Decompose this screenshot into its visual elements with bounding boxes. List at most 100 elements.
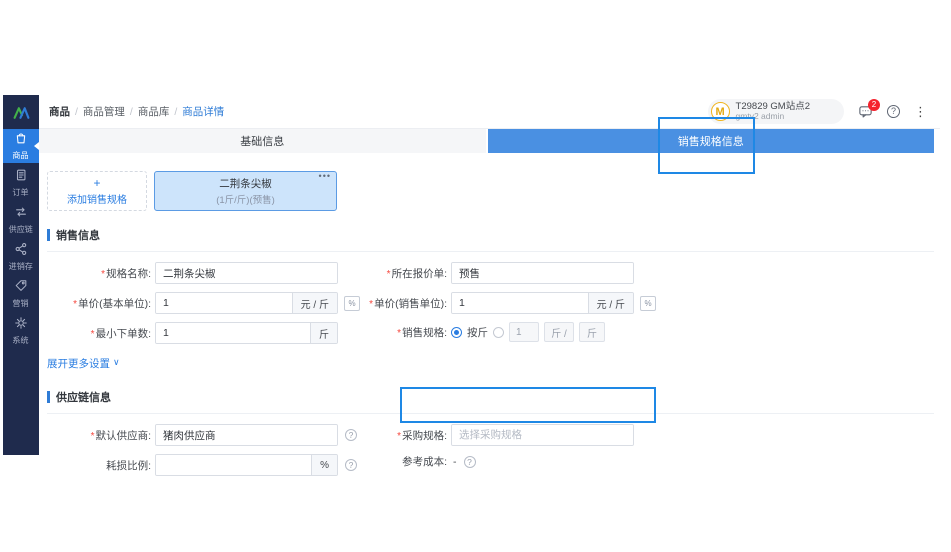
page: 商品 订单 供应链 进 [0,0,951,552]
default-supplier-input-wrap [155,424,338,446]
min-order-suffix: 斤 [310,323,337,343]
avatar: M [711,102,730,121]
purchase-spec-field: *采购规格: [339,424,634,446]
radio-by-unit-label[interactable]: 按斤 [467,325,488,340]
pack-unit-denominator-box: 斤 [579,322,605,342]
sidebar-item-label: 营销 [13,297,29,308]
spec-name-input[interactable] [156,263,337,283]
unit-convert-icon[interactable]: % [640,296,656,311]
default-supplier-field: *默认供应商: ? [47,424,357,446]
required-marker: * [73,299,77,310]
expand-more-settings-link[interactable]: 展开更多设置 ∨ [47,356,120,371]
goods-bag-icon [14,131,28,148]
supply-chain-title: 供应链信息 [56,389,111,405]
quote-sheet-field: *所在报价单: [339,262,634,284]
brand-logo-icon [13,104,30,121]
purchase-spec-input[interactable] [452,425,633,445]
more-vertical-icon: ⋮ [914,104,928,120]
chevron-down-icon: ∨ [113,357,120,368]
sales-spec-radio-group: 按斤 1 斤 / 斤 [451,322,605,342]
sales-spec-field: *销售规格: 按斤 1 斤 / 斤 [339,322,605,342]
unit-price-sales-field: *单价(销售单位): 元 / 斤 % [339,292,656,314]
sidebar-item-goods[interactable]: 商品 [3,129,39,163]
marketing-tag-icon [14,279,28,296]
required-marker: * [91,431,95,442]
spec-card-subtitle: (1斤/斤)(预售) [216,192,275,206]
more-menu-button[interactable]: ⋮ [914,104,928,120]
default-supplier-label: *默认供应商: [47,428,155,443]
breadcrumb-goods-detail: 商品详情 [182,104,224,119]
help-icon: ? [887,105,900,118]
help-tooltip-icon[interactable]: ? [464,456,476,468]
user-account[interactable]: M T29829 GM站点2 gmtv2 admin [708,99,844,124]
required-marker: * [369,299,373,310]
supply-chain-form: *默认供应商: ? *采购规格: [47,424,934,476]
selected-spec-card[interactable]: ••• 二荆条尖椒 (1斤/斤)(预售) [154,171,337,211]
tab-sales-spec-info[interactable]: 销售规格信息 [488,129,935,153]
radio-by-unit[interactable] [451,327,462,338]
min-order-input[interactable] [156,323,310,343]
messages-button[interactable]: 2 [858,104,873,119]
unit-price-sales-input-wrap: 元 / 斤 [451,292,634,314]
expand-more-settings-label: 展开更多设置 [47,356,110,371]
loss-ratio-label: 耗损比例: [47,458,155,473]
form-row: *单价(基本单位): 元 / 斤 % *单价(销售单位): 元 / 斤 [47,292,934,314]
breadcrumb-goods-library[interactable]: 商品库 [138,104,170,119]
unit-price-basic-input[interactable] [156,293,292,313]
app-logo[interactable] [3,95,39,129]
sales-info-section-header: 销售信息 [47,227,934,252]
unit-price-sales-suffix: 元 / 斤 [588,293,633,313]
unit-price-basic-field: *单价(基本单位): 元 / 斤 % [47,292,360,314]
sales-info-form: *规格名称: *所在报价单: [47,262,934,383]
user-names: T29829 GM站点2 gmtv2 admin [736,102,810,121]
default-supplier-input[interactable] [156,425,337,445]
breadcrumb-goods-management[interactable]: 商品管理 [83,104,125,119]
sidebar-item-orders[interactable]: 订单 [3,166,39,200]
sidebar-item-marketing[interactable]: 营销 [3,277,39,311]
card-more-icon[interactable]: ••• [319,171,331,181]
breadcrumb-goods[interactable]: 商品 [49,104,70,119]
required-marker: * [397,328,401,339]
pack-qty-box: 1 [509,322,539,342]
form-row: 耗损比例: % ? 参考成本: - ? [47,454,934,476]
required-marker: * [101,269,105,280]
form-row: *规格名称: *所在报价单: [47,262,934,284]
loss-ratio-field: 耗损比例: % ? [47,454,357,476]
loss-ratio-input[interactable] [156,455,311,475]
sidebar-item-supply-chain[interactable]: 供应链 [3,203,39,237]
help-button[interactable]: ? [887,105,900,118]
min-order-field: *最小下单数: 斤 [47,322,338,344]
inventory-share-icon [14,242,28,259]
messages-badge: 2 [868,99,880,111]
sidebar-item-inventory[interactable]: 进销存 [3,240,39,274]
radio-by-pack[interactable] [493,327,504,338]
sidebar-item-system[interactable]: 系统 [3,314,39,348]
ref-cost-value: - [453,456,457,468]
quote-sheet-input[interactable] [452,263,633,283]
app-window: 商品 订单 供应链 进 [3,95,940,455]
sidebar-item-label: 供应链 [9,223,33,234]
min-order-label: *最小下单数: [47,326,155,341]
content: + 添加销售规格 ••• 二荆条尖椒 (1斤/斤)(预售) 销售信息 [39,153,940,476]
unit-price-sales-label: *单价(销售单位): [339,296,451,311]
form-row: *默认供应商: ? *采购规格: [47,424,934,446]
topbar-right: M T29829 GM站点2 gmtv2 admin [708,99,928,124]
sidebar-nav: 商品 订单 供应链 进 [3,129,39,348]
tab-basic-info[interactable]: 基础信息 [39,129,486,153]
sales-info-title: 销售信息 [56,227,100,243]
min-order-input-wrap: 斤 [155,322,338,344]
ref-cost-field: 参考成本: - ? [339,454,476,469]
supply-chain-section-header: 供应链信息 [47,389,934,414]
spec-name-label: *规格名称: [47,266,155,281]
sidebar-item-label: 进销存 [9,260,33,271]
add-sales-spec-label: 添加销售规格 [67,191,127,206]
purchase-spec-input-wrap [451,424,634,446]
spec-name-field: *规格名称: [47,262,338,284]
purchase-spec-label: *采购规格: [339,428,451,443]
required-marker: * [387,269,391,280]
add-sales-spec-button[interactable]: + 添加销售规格 [47,171,147,211]
ref-cost-label: 参考成本: [339,454,451,469]
plus-icon: + [93,177,100,189]
sales-spec-label: *销售规格: [339,325,451,340]
unit-price-sales-input[interactable] [452,293,588,313]
